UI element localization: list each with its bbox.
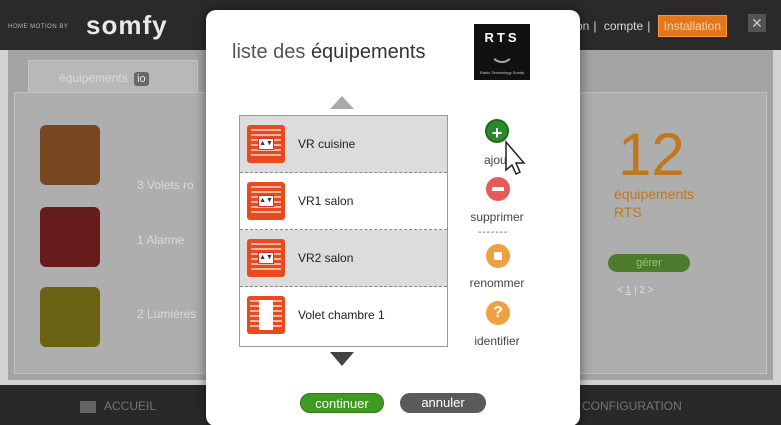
list-item-label: VR cuisine <box>298 137 356 151</box>
cancel-button[interactable]: annuler <box>400 393 486 413</box>
radio-waves-icon <box>490 49 514 63</box>
continue-button[interactable]: continuer <box>300 393 384 413</box>
dialog-title-prefix: liste des <box>232 41 311 63</box>
scroll-up-arrow-icon[interactable] <box>330 96 354 109</box>
roller-shutter-icon: ▲▼ <box>247 182 285 220</box>
actions-separator: ------- <box>478 227 509 238</box>
list-item[interactable]: Volet chambre 1 <box>240 287 447 344</box>
dialog-title-strong: équipements <box>310 41 426 63</box>
delete-label[interactable]: supprimer <box>456 210 538 224</box>
somfy-app: HOME MOTION BY somfy on | compte | Install… <box>0 0 781 425</box>
identify-label[interactable]: identifier <box>461 334 533 348</box>
roller-shutter-icon: ▲▼ <box>247 239 285 277</box>
identify-icon[interactable]: ? <box>486 301 510 325</box>
list-item[interactable]: ▲▼ VR cuisine <box>240 116 447 173</box>
dialog-title: liste des équipements <box>232 41 425 64</box>
rts-logo-text: RTS <box>484 30 520 45</box>
equipment-list-dialog: liste des équipements RTS Radio Technolo… <box>206 10 580 425</box>
rename-icon[interactable] <box>486 244 510 268</box>
roller-shutter-icon: ▲▼ <box>247 125 285 163</box>
list-item-label: VR2 salon <box>298 251 354 265</box>
list-item[interactable]: ▲▼ VR2 salon <box>240 230 447 287</box>
list-item-label: Volet chambre 1 <box>298 308 385 322</box>
mouse-pointer-icon <box>505 140 526 176</box>
rename-label[interactable]: renommer <box>458 276 536 290</box>
rts-logo-subtitle: Radio Technology Somfy <box>479 70 525 75</box>
swing-shutter-icon <box>247 296 285 334</box>
rts-logo: RTS Radio Technology Somfy <box>474 24 530 80</box>
list-item[interactable]: ▲▼ VR1 salon <box>240 173 447 230</box>
list-item-label: VR1 salon <box>298 194 354 208</box>
scroll-down-arrow-icon[interactable] <box>330 352 354 366</box>
equipment-list: ▲▼ VR cuisine ▲▼ VR1 salon ▲▼ VR2 salon … <box>239 115 448 347</box>
